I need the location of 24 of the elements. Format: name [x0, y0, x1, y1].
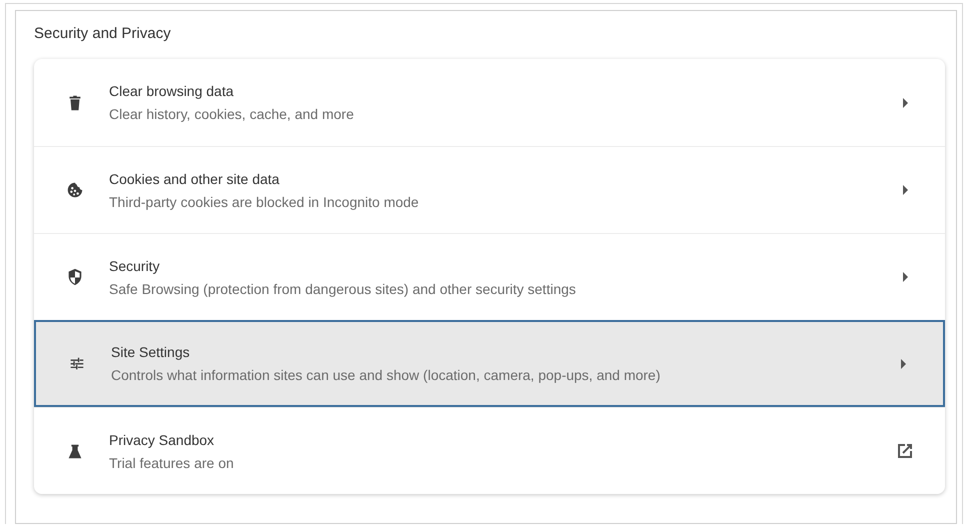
row-title: Site Settings: [111, 344, 190, 360]
row-title: Clear browsing data: [109, 83, 234, 99]
settings-row[interactable]: Clear browsing data Clear history, cookies, cache, and more: [34, 59, 945, 146]
caret-icon: [900, 358, 906, 368]
section-title: Security and Privacy: [34, 25, 172, 42]
cookie-icon: [66, 181, 84, 199]
shield-icon: [66, 268, 84, 286]
row-title: Cookies and other site data: [109, 170, 280, 186]
settings-row[interactable]: Site Settings Controls what information sites can use and show (location, camera, pop-ups, and more): [34, 320, 945, 407]
row-subtitle: Third-party cookies are blocked in Incognito mode: [109, 194, 419, 210]
row-subtitle: Clear history, cookies, cache, and more: [109, 106, 354, 122]
row-title: Privacy Sandbox: [109, 432, 214, 448]
row-subtitle: Controls what information sites can use and show (location, camera, pop-ups, and more): [111, 367, 660, 383]
row-subtitle: Trial features are on: [109, 454, 234, 470]
sliders-icon: [68, 354, 86, 372]
flask-icon: [66, 442, 84, 460]
caret-icon: [902, 272, 908, 282]
caret-icon: [902, 98, 908, 108]
settings-row[interactable]: Privacy Sandbox Trial features are on: [34, 407, 945, 494]
caret-icon: [902, 185, 908, 195]
row-title: Security: [109, 258, 160, 274]
settings-row[interactable]: Cookies and other site data Third-party cookies are blocked in Incognito mode: [34, 146, 945, 233]
row-subtitle: Safe Browsing (protection from dangerous sites) and other security settings: [109, 280, 576, 296]
external-link-icon: [895, 441, 915, 461]
